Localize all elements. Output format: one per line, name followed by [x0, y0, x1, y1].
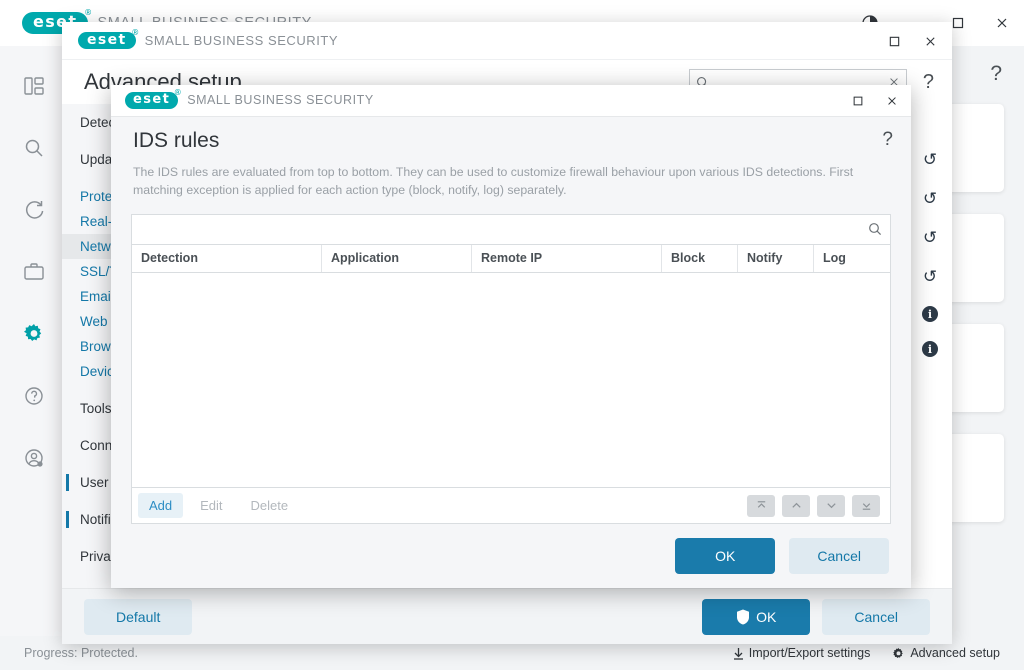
column-header-remote-ip[interactable]: Remote IP — [472, 245, 662, 272]
move-to-bottom-icon — [860, 499, 873, 512]
registered-mark: ® — [174, 89, 183, 97]
revert-icon[interactable]: ↺ — [923, 150, 937, 170]
table-body[interactable] — [132, 273, 890, 487]
dialog-description: The IDS rules are evaluated from top to … — [111, 153, 911, 200]
cancel-button[interactable]: Cancel — [822, 599, 930, 635]
close-icon[interactable] — [980, 0, 1024, 46]
product-name: SMALL BUSINESS SECURITY — [187, 93, 374, 107]
sidebar-item-tools[interactable] — [12, 250, 56, 294]
sidebar-item-update[interactable] — [12, 188, 56, 232]
sidebar-item-overview[interactable] — [12, 64, 56, 108]
import-export-label: Import/Export settings — [749, 646, 871, 660]
close-icon[interactable] — [912, 22, 948, 60]
import-export-settings-link[interactable]: Import/Export settings — [733, 646, 871, 660]
move-down-button — [817, 495, 845, 517]
maximize-icon[interactable] — [876, 22, 912, 60]
ok-button[interactable]: OK — [675, 538, 775, 574]
advanced-setup-label: Advanced setup — [910, 646, 1000, 660]
table-toolbar: Add Edit Delete — [132, 487, 890, 523]
chevron-up-icon — [790, 499, 803, 512]
main-sidebar — [0, 46, 68, 636]
add-button[interactable]: Add — [138, 493, 183, 518]
info-icon[interactable]: i — [922, 306, 938, 322]
protection-status-text: Progress: Protected. — [24, 646, 138, 660]
move-up-button — [782, 495, 810, 517]
search-icon[interactable] — [868, 222, 882, 236]
registered-mark: ® — [84, 9, 93, 17]
revert-icon[interactable]: ↺ — [923, 228, 937, 248]
maximize-icon[interactable] — [841, 85, 875, 117]
column-header-notify[interactable]: Notify — [738, 245, 814, 272]
cancel-button[interactable]: Cancel — [789, 538, 889, 574]
move-to-bottom-button — [852, 495, 880, 517]
eset-wordmark: eset® — [125, 92, 178, 109]
info-icon[interactable]: i — [922, 341, 938, 357]
sidebar-item-computer-scan[interactable] — [12, 126, 56, 170]
advanced-setup-link[interactable]: Advanced setup — [892, 646, 1000, 660]
delete-button: Delete — [240, 493, 300, 518]
gear-small-icon — [892, 647, 905, 660]
advanced-setup-titlebar: eset® SMALL BUSINESS SECURITY — [62, 22, 952, 60]
chevron-down-icon — [825, 499, 838, 512]
table-header-row: Detection Application Remote IP Block No… — [132, 245, 890, 273]
revert-icon[interactable]: ↺ — [923, 189, 937, 209]
shield-icon — [736, 609, 750, 625]
column-header-block[interactable]: Block — [662, 245, 738, 272]
sidebar-item-setup[interactable] — [12, 312, 56, 356]
move-to-top-icon — [755, 499, 768, 512]
dialog-title: IDS rules — [133, 129, 889, 153]
advanced-setup-window-controls — [876, 22, 948, 60]
eset-logo: eset® SMALL BUSINESS SECURITY — [78, 32, 338, 50]
advanced-setup-footer: Default OK Cancel — [62, 588, 952, 644]
download-icon — [733, 647, 744, 660]
eset-wordmark: eset® — [78, 32, 136, 50]
ids-dialog-window-controls — [841, 85, 909, 117]
ids-dialog-titlebar: eset® SMALL BUSINESS SECURITY — [111, 85, 911, 117]
ids-dialog-head: IDS rules ? — [111, 117, 911, 153]
statusbar-actions: Import/Export settings Advanced setup — [733, 646, 1000, 660]
registered-mark: ® — [131, 29, 140, 37]
ids-rules-dialog: eset® SMALL BUSINESS SECURITY IDS rules … — [111, 85, 911, 588]
main-help-icon[interactable]: ? — [990, 62, 1002, 86]
dialog-help-icon[interactable]: ? — [882, 129, 893, 151]
move-to-top-button — [747, 495, 775, 517]
table-search-input[interactable] — [140, 222, 868, 236]
eset-logo: eset® SMALL BUSINESS SECURITY — [125, 92, 374, 109]
panel-row-icons: ↺ ↺ ↺ ↺ i i — [922, 150, 938, 357]
sidebar-item-account[interactable] — [12, 436, 56, 480]
advanced-setup-help-icon[interactable]: ? — [919, 71, 938, 94]
table-search[interactable] — [132, 215, 890, 245]
product-name: SMALL BUSINESS SECURITY — [145, 33, 339, 48]
ids-rules-table: Detection Application Remote IP Block No… — [131, 214, 891, 524]
sidebar-item-help-and-support[interactable] — [12, 374, 56, 418]
column-header-application[interactable]: Application — [322, 245, 472, 272]
close-icon[interactable] — [875, 85, 909, 117]
column-header-detection[interactable]: Detection — [132, 245, 322, 272]
advanced-setup-footer-actions: OK Cancel — [702, 599, 930, 635]
ids-dialog-footer: OK Cancel — [111, 524, 911, 588]
ok-button[interactable]: OK — [702, 599, 810, 635]
revert-icon[interactable]: ↺ — [923, 267, 937, 287]
default-button[interactable]: Default — [84, 599, 192, 635]
column-header-log[interactable]: Log — [814, 245, 890, 272]
edit-button: Edit — [189, 493, 233, 518]
move-buttons — [747, 495, 884, 517]
ok-button-label: OK — [756, 609, 776, 625]
